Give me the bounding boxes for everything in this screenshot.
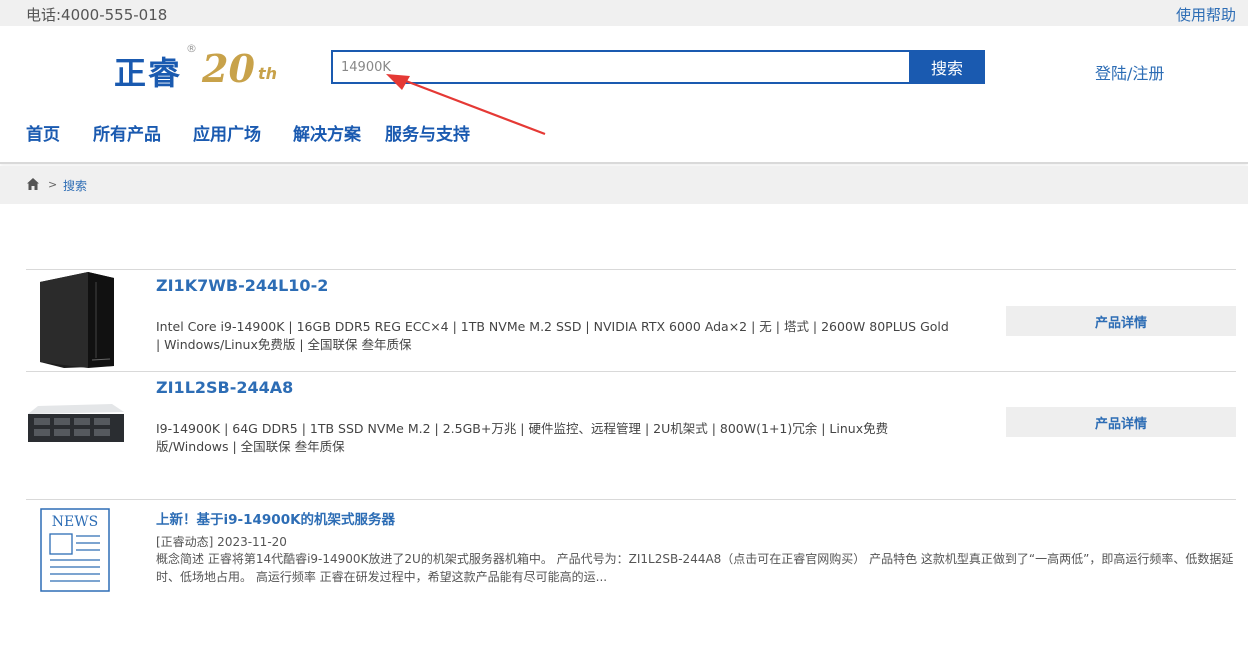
logo-registered-mark: ® bbox=[186, 42, 197, 55]
breadcrumb-separator: > bbox=[48, 178, 58, 191]
news-excerpt: 概念简述 正睿将第14代酷睿i9-14900K放进了2U的机架式服务器机箱中。 … bbox=[156, 552, 1234, 584]
product-title[interactable]: ZI1L2SB-244A8 bbox=[156, 378, 293, 397]
search-bar: 搜索 bbox=[331, 50, 985, 84]
logo-brand-text: 正睿 bbox=[114, 54, 183, 92]
help-link[interactable]: 使用帮助 bbox=[1176, 4, 1236, 25]
phone-number: 电话:4000-555-018 bbox=[26, 6, 168, 24]
product-row: ZI1K7WB-244L10-2 Intel Core i9-14900K | … bbox=[26, 269, 1236, 371]
breadcrumb: > 搜索 bbox=[0, 166, 1248, 204]
nav-item-home[interactable]: 首页 bbox=[26, 120, 60, 145]
login-register-link[interactable]: 登陆/注册 bbox=[1095, 60, 1164, 84]
tower-server-image[interactable] bbox=[26, 270, 126, 370]
nav-item-applications[interactable]: 应用广场 bbox=[193, 120, 261, 145]
rack-server-image[interactable] bbox=[26, 398, 126, 448]
news-item: NEWS 上新！基于i9-14900K的机架式服务器 [正睿动态] 2023-1… bbox=[26, 499, 1236, 599]
news-icon-text: NEWS bbox=[52, 514, 98, 530]
top-bar: 电话:4000-555-018 使用帮助 bbox=[0, 0, 1248, 26]
logo-anniversary-suffix: th bbox=[258, 64, 278, 83]
news-icon[interactable]: NEWS bbox=[40, 508, 110, 592]
search-input[interactable] bbox=[331, 50, 911, 84]
search-button[interactable]: 搜索 bbox=[909, 50, 985, 84]
product-detail-button[interactable]: 产品详情 bbox=[1006, 407, 1236, 437]
nav-item-service-support[interactable]: 服务与支持 bbox=[385, 120, 470, 145]
news-meta: [正睿动态] 2023-11-20 bbox=[156, 535, 287, 549]
nav-item-solutions[interactable]: 解决方案 bbox=[293, 120, 361, 145]
logo-anniversary-number: 20 bbox=[202, 46, 255, 91]
product-detail-button[interactable]: 产品详情 bbox=[1006, 306, 1236, 336]
product-row: ZI1L2SB-244A8 I9-14900K | 64G DDR5 | 1TB… bbox=[26, 371, 1236, 471]
product-description: I9-14900K | 64G DDR5 | 1TB SSD NVMe M.2 … bbox=[156, 421, 889, 454]
news-title[interactable]: 上新！基于i9-14900K的机架式服务器 bbox=[156, 508, 395, 528]
breadcrumb-current[interactable]: 搜索 bbox=[63, 177, 87, 194]
home-icon[interactable] bbox=[26, 177, 40, 191]
header: 正睿 ® 20 th 搜索 登陆/注册 首页 所有产品 应用广场 解决方案 服务… bbox=[0, 26, 1248, 164]
nav-item-all-products[interactable]: 所有产品 bbox=[93, 120, 161, 145]
product-description: Intel Core i9-14900K | 16GB DDR5 REG ECC… bbox=[156, 319, 949, 352]
product-title[interactable]: ZI1K7WB-244L10-2 bbox=[156, 276, 328, 295]
